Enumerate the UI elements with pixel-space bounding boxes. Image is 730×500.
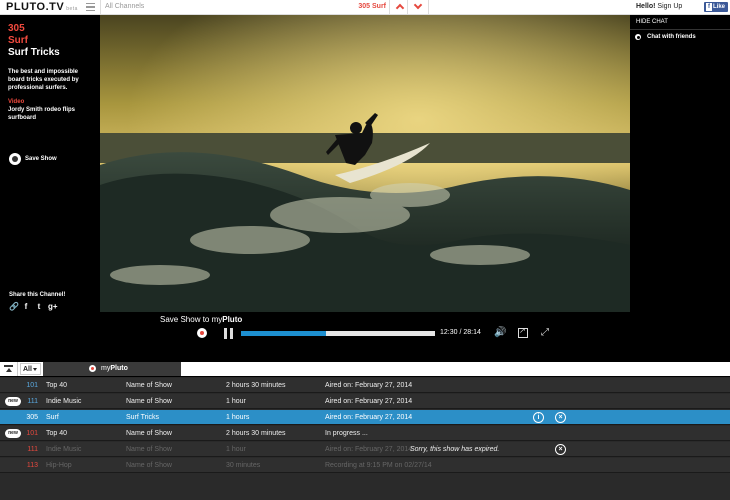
beta-tag: beta — [66, 6, 78, 12]
share-channel-label: Share this Channel! — [9, 292, 66, 298]
show-title: Surf Tricks — [8, 47, 60, 58]
air-status: Aired on: February 27, 2014 — [325, 414, 413, 421]
channel-name: Surf — [46, 414, 59, 421]
guide-row[interactable]: new 101 Top 40 Name of Show 2 hours 30 minut… — [0, 426, 730, 441]
chat-with-friends-button[interactable]: Chat with friends — [635, 34, 696, 40]
twitter-icon[interactable]: t — [35, 302, 43, 311]
save-show-label: Save Show — [25, 156, 57, 162]
all-channels-label[interactable]: All Channels — [100, 0, 144, 14]
pause-button[interactable] — [224, 328, 233, 339]
show-name: Name of Show — [126, 430, 172, 437]
link-icon[interactable]: 🔗 — [9, 302, 19, 311]
air-status: In progress ... — [325, 430, 368, 437]
channel-number: 305 — [8, 23, 25, 34]
info-icon[interactable]: i — [533, 412, 544, 423]
chat-icon — [635, 34, 641, 40]
channel-down-button[interactable] — [407, 0, 429, 14]
fullscreen-icon[interactable]: ⤢ — [541, 327, 549, 339]
channel-number: 113 — [26, 462, 38, 469]
save-to-mypluto-label: Save Show to myPluto — [160, 315, 243, 324]
show-duration: 2 hours 30 minutes — [226, 430, 286, 437]
channel-number: 111 — [27, 446, 38, 453]
progress-fill — [241, 331, 327, 336]
show-duration: 1 hour — [226, 398, 246, 405]
now-playing-channel: 305 Surf — [358, 3, 386, 10]
all-filter-dropdown[interactable]: All — [20, 363, 41, 375]
hide-chat-button[interactable]: HIDE CHAT — [636, 19, 668, 25]
air-status: Aired on: February 27, 2014 — [325, 446, 413, 453]
video-label: Video — [8, 99, 25, 105]
show-description: The best and impossible board tricks exe… — [8, 69, 79, 91]
show-duration: 30 minutes — [226, 462, 261, 469]
show-duration: 1 hour — [226, 446, 246, 453]
video-title: Jordy Smith rodeo flips surfboard — [8, 107, 76, 121]
player-controls: Save Show to myPluto 12:30 / 28:14 🔊 ⤢ — [0, 312, 730, 362]
chat-panel: HIDE CHAT Chat with friends — [630, 15, 730, 312]
air-status: Recording at 9:15 PM on 02/27/14 — [325, 462, 432, 469]
chevron-down-icon — [413, 0, 423, 10]
popout-icon[interactable] — [518, 326, 528, 338]
show-name: Name of Show — [126, 398, 172, 405]
channel-name: Top 40 — [46, 382, 68, 389]
playback-time: 12:30 / 28:14 — [440, 329, 481, 336]
guide-row[interactable]: new 111 Indie Music Name of Show 1 hour Aired… — [0, 394, 730, 409]
surfer-video-frame — [100, 15, 630, 312]
channel-number: 111 — [27, 398, 38, 405]
facebook-like-button[interactable]: f Like — [704, 2, 728, 12]
record-icon — [89, 365, 96, 372]
show-name: Name of Show — [126, 462, 172, 469]
facebook-icon: f — [706, 3, 712, 11]
channel-name: Indie Music — [46, 446, 82, 453]
volume-icon[interactable]: 🔊 — [494, 327, 506, 339]
channel-name: Hip-Hop — [46, 462, 72, 469]
top-bar: PLUTO.TV beta All Channels 305 Surf Hello… — [0, 0, 730, 15]
new-badge: new — [5, 429, 21, 438]
remove-icon[interactable]: × — [555, 444, 566, 455]
channel-name: Top 40 — [46, 430, 68, 437]
guide-row[interactable]: 111 Indie Music Name of Show 1 hour Aired on… — [0, 442, 730, 457]
facebook-icon[interactable]: f — [22, 302, 30, 311]
tab-mypluto[interactable]: myPluto — [43, 362, 181, 376]
video-player[interactable] — [100, 15, 630, 312]
channel-info-panel: 305 Surf Surf Tricks The best and imposs… — [0, 15, 100, 312]
guide-row[interactable]: 101 Top 40 Name of Show 2 hours 30 minutes A… — [0, 378, 730, 393]
pluto-tv-logo[interactable]: PLUTO.TV beta — [6, 1, 78, 13]
show-name: Surf Tricks — [126, 414, 160, 421]
remove-icon[interactable]: × — [555, 412, 566, 423]
new-badge: new — [5, 397, 21, 406]
record-button[interactable] — [197, 328, 207, 338]
guide-row[interactable]: 113 Hip-Hop Name of Show 30 minutes Recordin… — [0, 458, 730, 473]
channel-name: Indie Music — [46, 398, 82, 405]
expired-note: Sorry, this show has expired. — [410, 446, 500, 453]
show-duration: 2 hours 30 minutes — [226, 382, 286, 389]
show-duration: 1 hours — [226, 414, 250, 421]
progress-bar[interactable] — [241, 331, 435, 336]
greeting: Hello! Sign Up — [636, 3, 683, 10]
guide-tab-bar: All myPluto — [0, 362, 730, 376]
share-icons: 🔗 f t g+ — [9, 302, 58, 311]
guide-row[interactable]: 305 Surf Surf Tricks 1 hours Aired on: Febru… — [0, 410, 730, 425]
air-status: Aired on: February 27, 2014 — [325, 398, 413, 405]
chat-with-friends-label: Chat with friends — [647, 34, 696, 40]
save-show-button[interactable]: Save Show — [9, 153, 57, 165]
air-status: Aired on: February 27, 2014 — [325, 382, 413, 389]
channel-number: 101 — [26, 382, 38, 389]
record-icon — [9, 153, 21, 165]
sign-up-link[interactable]: Sign Up — [657, 3, 682, 10]
menu-icon[interactable] — [86, 3, 95, 11]
show-name: Name of Show — [126, 446, 172, 453]
collapse-guide-icon[interactable] — [0, 362, 18, 376]
chat-divider — [630, 29, 730, 30]
channel-name: Surf — [8, 35, 28, 46]
saved-shows-list: 101 Top 40 Name of Show 2 hours 30 minutes A… — [0, 377, 730, 500]
chevron-up-icon — [395, 3, 405, 13]
channel-number: 101 — [26, 430, 38, 437]
show-name: Name of Show — [126, 382, 172, 389]
channel-number: 305 — [26, 414, 38, 421]
google-plus-icon[interactable]: g+ — [48, 302, 58, 311]
